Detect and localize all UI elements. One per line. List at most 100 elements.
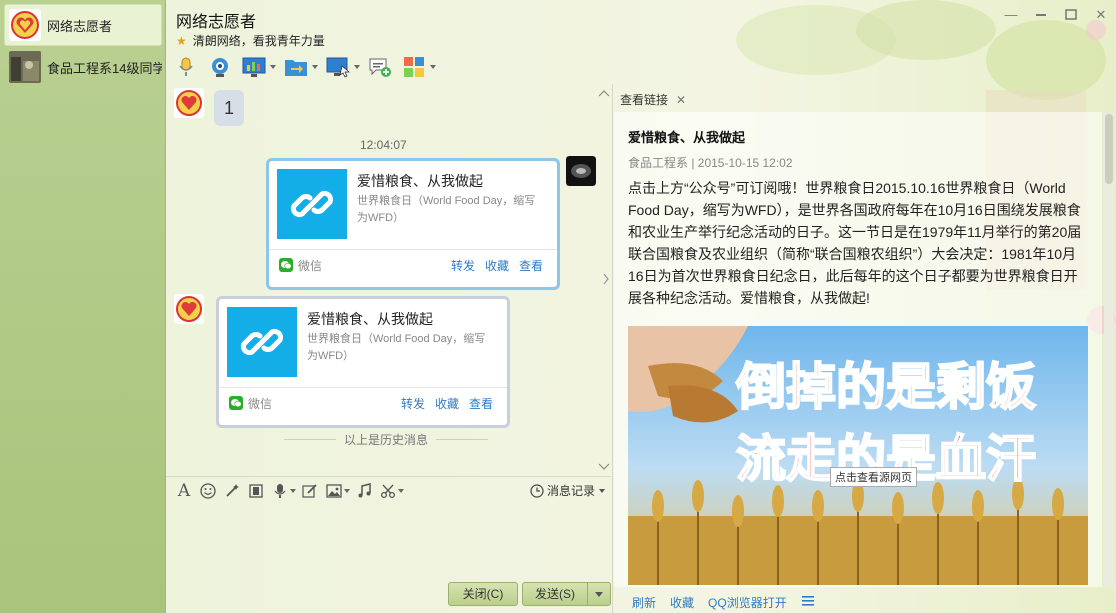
voice-call-button[interactable] bbox=[172, 55, 200, 79]
card-source: 微信 bbox=[248, 396, 273, 411]
edit-icon bbox=[302, 484, 317, 498]
contact-name: 网络志愿者 bbox=[47, 18, 113, 34]
contact-name: 食品工程系14级同学 bbox=[47, 60, 162, 76]
group-photo-avatar-icon bbox=[9, 51, 41, 83]
scroll-up-icon[interactable] bbox=[598, 88, 610, 98]
favorite-link[interactable]: 收藏 bbox=[485, 257, 509, 274]
panel-footer: 刷新 收藏 QQ浏览器打开 bbox=[632, 594, 829, 611]
view-link[interactable]: 查看 bbox=[519, 257, 543, 274]
wechat-icon bbox=[279, 258, 293, 272]
link-chain-icon bbox=[240, 328, 284, 356]
webcam-icon bbox=[212, 58, 228, 77]
add-application-button[interactable] bbox=[366, 55, 394, 79]
group-announcement: ★ 清朗网络，看我青年力量 bbox=[176, 32, 325, 49]
close-window-button[interactable]: ✕ bbox=[1094, 8, 1108, 22]
screen-share-button[interactable] bbox=[240, 55, 276, 79]
group-avatar-icon bbox=[9, 9, 41, 41]
send-button[interactable]: 发送(S) bbox=[522, 582, 588, 606]
panel-scrollbar[interactable] bbox=[1104, 112, 1114, 587]
voice-message-button[interactable] bbox=[270, 481, 296, 501]
send-file-button[interactable] bbox=[282, 55, 318, 79]
refresh-link[interactable]: 刷新 bbox=[632, 594, 656, 611]
forward-link[interactable]: 转发 bbox=[451, 257, 475, 274]
minimize-alt-button[interactable] bbox=[1034, 8, 1048, 22]
view-link[interactable]: 查看 bbox=[469, 395, 493, 412]
music-note-icon bbox=[358, 483, 371, 498]
image-icon bbox=[326, 484, 342, 498]
remote-desktop-icon bbox=[326, 57, 350, 78]
star-icon: ★ bbox=[176, 33, 187, 48]
message-input[interactable] bbox=[170, 504, 610, 576]
article-poster-image[interactable]: 倒掉的是剩饭 流走的是血汗 bbox=[628, 326, 1088, 585]
maximize-button[interactable] bbox=[1064, 8, 1078, 22]
send-image-button[interactable] bbox=[324, 481, 350, 501]
favorite-link[interactable]: 收藏 bbox=[435, 395, 459, 412]
font-button[interactable]: A bbox=[174, 481, 194, 501]
magic-button[interactable] bbox=[222, 481, 242, 501]
file-transfer-icon bbox=[285, 60, 307, 76]
shared-link-card-outgoing[interactable]: 爱惜粮食、从我做起 世界粮食日（World Food Day，缩写为WFD） 微… bbox=[266, 158, 560, 290]
chat-toolbar bbox=[172, 54, 442, 80]
app-center-button[interactable] bbox=[400, 55, 436, 79]
link-thumbnail bbox=[277, 169, 347, 239]
send-options-caret-icon bbox=[595, 592, 603, 598]
card-footer: 微信 转发 收藏 查看 bbox=[269, 249, 557, 280]
contact-item-volunteer[interactable]: 网络志愿者 bbox=[4, 4, 162, 46]
message-history-button[interactable]: 消息记录 bbox=[530, 482, 606, 499]
close-button[interactable]: 关闭(C) bbox=[448, 582, 518, 606]
video-call-button[interactable] bbox=[206, 55, 234, 79]
microphone-icon bbox=[179, 57, 193, 76]
smiley-icon bbox=[200, 483, 216, 499]
card-description: 世界粮食日（World Food Day，缩写为WFD） bbox=[307, 333, 486, 362]
shared-link-card-incoming[interactable]: 爱惜粮食、从我做起 世界粮食日（World Food Day，缩写为WFD） 微… bbox=[216, 296, 510, 428]
wechat-icon bbox=[229, 396, 243, 410]
history-label: 消息记录 bbox=[547, 484, 596, 498]
history-dropdown-icon bbox=[599, 488, 606, 493]
history-separator-text: 以上是历史消息 bbox=[344, 432, 429, 447]
article-title: 爱惜粮食、从我做起 bbox=[628, 130, 746, 145]
contact-sidebar bbox=[0, 0, 166, 613]
favorite-article-link[interactable]: 收藏 bbox=[670, 594, 694, 611]
clock-icon bbox=[530, 483, 544, 498]
tab-label: 查看链接 bbox=[620, 93, 669, 107]
screenshot-button[interactable] bbox=[378, 481, 404, 501]
poster-line-1: 倒掉的是剩饭 bbox=[735, 358, 1036, 416]
message-bubble[interactable]: 1 bbox=[214, 90, 244, 126]
link-chain-icon bbox=[290, 190, 334, 218]
subtitle-text: 清朗网络，看我青年力量 bbox=[192, 34, 325, 48]
emoji-button[interactable] bbox=[198, 481, 218, 501]
video-clip-button[interactable] bbox=[246, 481, 266, 501]
window-title: 网络志愿者 bbox=[176, 14, 257, 31]
film-icon bbox=[249, 484, 263, 498]
open-in-browser-link[interactable]: QQ浏览器打开 bbox=[708, 594, 787, 611]
card-title: 爱惜粮食、从我做起 bbox=[307, 311, 433, 327]
minimize-button[interactable]: — bbox=[1004, 8, 1018, 22]
close-tab-icon[interactable]: ✕ bbox=[676, 93, 686, 107]
scissors-icon bbox=[380, 484, 396, 499]
card-title: 爱惜粮食、从我做起 bbox=[357, 173, 483, 189]
history-separator: 以上是历史消息 bbox=[276, 432, 496, 447]
message-timestamp: 12:04:07 bbox=[360, 138, 407, 152]
add-app-icon bbox=[369, 58, 391, 77]
link-thumbnail bbox=[227, 307, 297, 377]
card-source: 微信 bbox=[298, 258, 323, 273]
article-meta: 食品工程系 | 2015-10-15 12:02 bbox=[628, 156, 793, 170]
remote-desktop-button[interactable] bbox=[324, 55, 360, 79]
card-description: 世界粮食日（World Food Day，缩写为WFD） bbox=[357, 195, 536, 224]
magic-wand-icon bbox=[226, 484, 239, 497]
music-button[interactable] bbox=[354, 481, 374, 501]
contact-item-class-group[interactable]: 食品工程系14级同学 bbox=[4, 46, 162, 88]
apps-grid-icon bbox=[404, 57, 424, 77]
scroll-down-icon[interactable] bbox=[598, 462, 610, 472]
tab-view-link[interactable]: 查看链接 ✕ bbox=[620, 91, 686, 108]
scrollbar-thumb[interactable] bbox=[1105, 114, 1113, 184]
send-options-button[interactable] bbox=[587, 582, 611, 606]
edit-button[interactable] bbox=[300, 481, 320, 501]
screen-share-icon bbox=[242, 57, 266, 77]
forward-link[interactable]: 转发 bbox=[401, 395, 425, 412]
more-menu-icon[interactable] bbox=[801, 595, 815, 610]
sender-avatar-icon bbox=[174, 88, 204, 118]
collapse-panel-icon[interactable] bbox=[602, 272, 610, 286]
sender-avatar-icon bbox=[174, 294, 204, 324]
input-divider bbox=[166, 476, 611, 477]
